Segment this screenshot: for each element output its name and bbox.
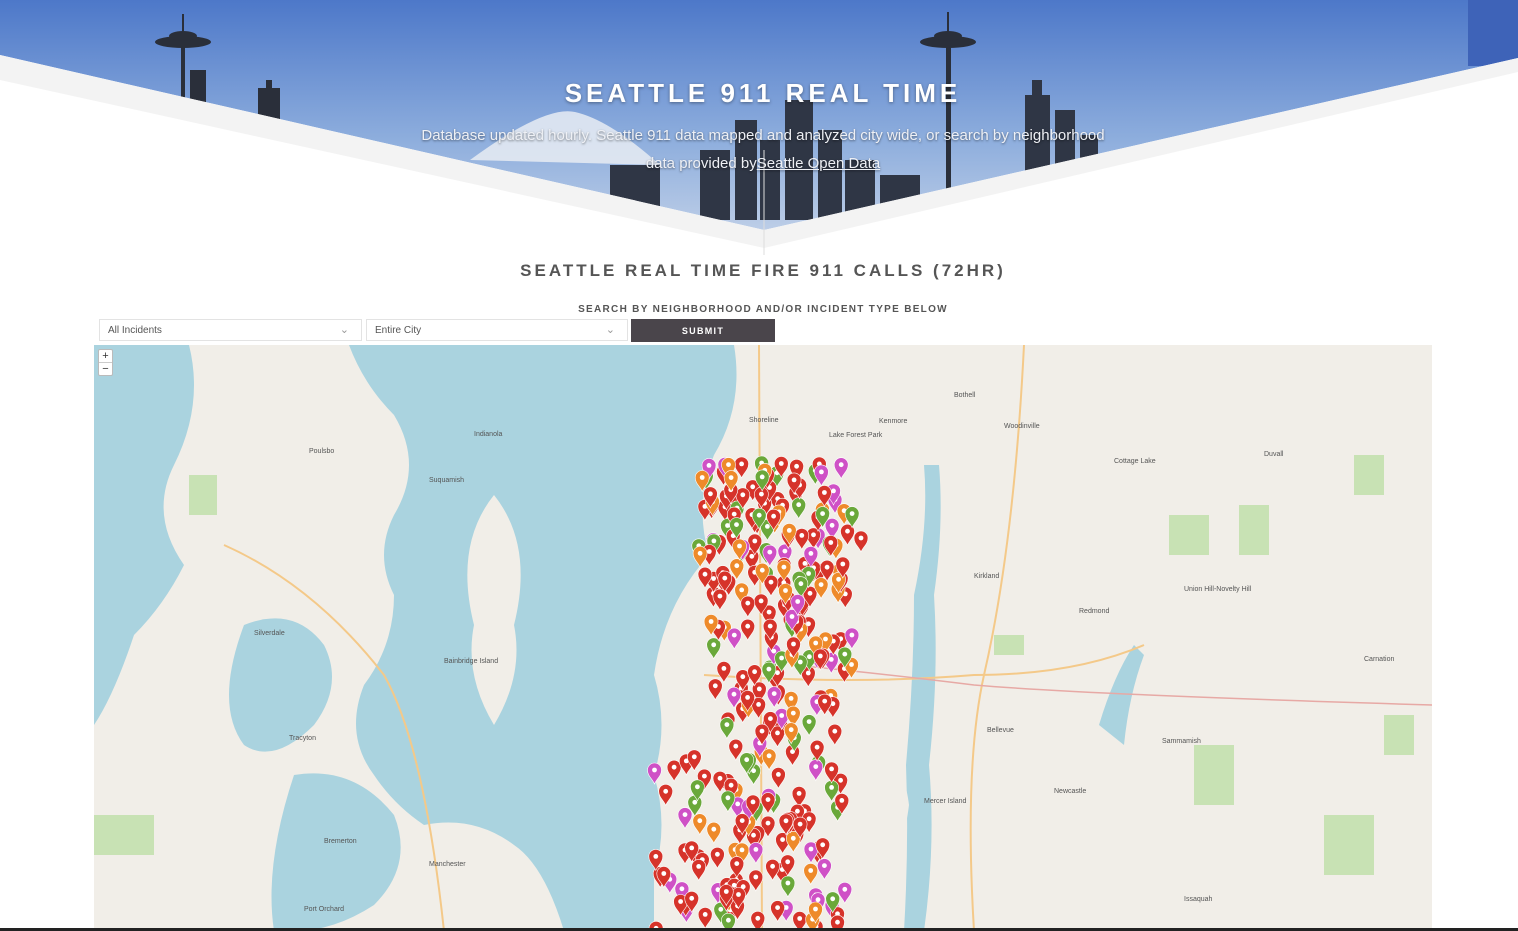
seattle-open-data-link[interactable]: Seattle Open Data [757, 155, 880, 172]
incident-type-select[interactable]: All Incidents ⌄ [99, 319, 362, 341]
zoom-control: + − [98, 349, 113, 376]
search-instructions: SEARCH BY NEIGHBORHOOD AND/OR INCIDENT T… [578, 304, 948, 315]
map-place-label: Union Hill-Novelty Hill [1184, 586, 1252, 593]
incident-type-value: All Incidents [108, 325, 162, 336]
map-place-label: Bainbridge Island [444, 658, 498, 665]
map-place-label: Duvall [1264, 451, 1284, 458]
page-title: SEATTLE 911 REAL TIME [564, 78, 962, 108]
map-place-label: Suquamish [429, 477, 464, 484]
map-place-label: Indianola [474, 431, 503, 438]
map-place-label: Mercer Island [924, 798, 967, 805]
map-place-label: Kirkland [974, 573, 999, 580]
map-place-label: Carnation [1364, 656, 1394, 663]
neighborhood-select[interactable]: Entire City ⌄ [366, 319, 628, 341]
map-place-label: Woodinville [1004, 423, 1040, 430]
data-source-line: data provided bySeattle Open Data [0, 155, 1518, 172]
map-place-label: Silverdale [254, 630, 285, 637]
submit-button[interactable]: SUBMIT [631, 319, 775, 342]
map-place-label: Lake Forest Park [829, 432, 883, 439]
zoom-out-button[interactable]: − [99, 362, 112, 375]
data-source-prefix: data provided by [645, 155, 757, 172]
zoom-in-button[interactable]: + [99, 350, 112, 362]
section-title: SEATTLE REAL TIME FIRE 911 CALLS (72HR) [520, 261, 1006, 280]
map-place-label: Sammamish [1162, 738, 1201, 745]
map-place-label: Cottage Lake [1114, 458, 1156, 465]
map-place-label: Tracyton [289, 735, 316, 742]
hero-banner: SEATTLE 911 REAL TIME Database updated h… [0, 0, 1518, 255]
map-place-label: Manchester [429, 861, 466, 868]
map-place-label: Newcastle [1054, 788, 1086, 795]
chevron-down-icon: ⌄ [605, 324, 615, 336]
chevron-down-icon: ⌄ [339, 324, 349, 336]
map-place-label: Bothell [954, 392, 976, 399]
incident-map[interactable]: + − Shoreline Lake Forest Park Kenmore B… [94, 345, 1432, 931]
map-place-label: Redmond [1079, 608, 1109, 615]
hero-subtitle: Database updated hourly. Seattle 911 dat… [421, 127, 1105, 144]
map-place-label: Bremerton [324, 838, 357, 845]
map-place-label: Issaquah [1184, 896, 1213, 903]
neighborhood-value: Entire City [375, 325, 422, 336]
map-place-label: Bellevue [987, 727, 1014, 734]
map-place-label: Shoreline [749, 417, 779, 424]
map-place-label: Poulsbo [309, 448, 334, 455]
map-tiles: Shoreline Lake Forest Park Kenmore Bothell W… [94, 345, 1432, 931]
map-place-label: Kenmore [879, 418, 908, 425]
map-place-label: Port Orchard [304, 906, 344, 913]
